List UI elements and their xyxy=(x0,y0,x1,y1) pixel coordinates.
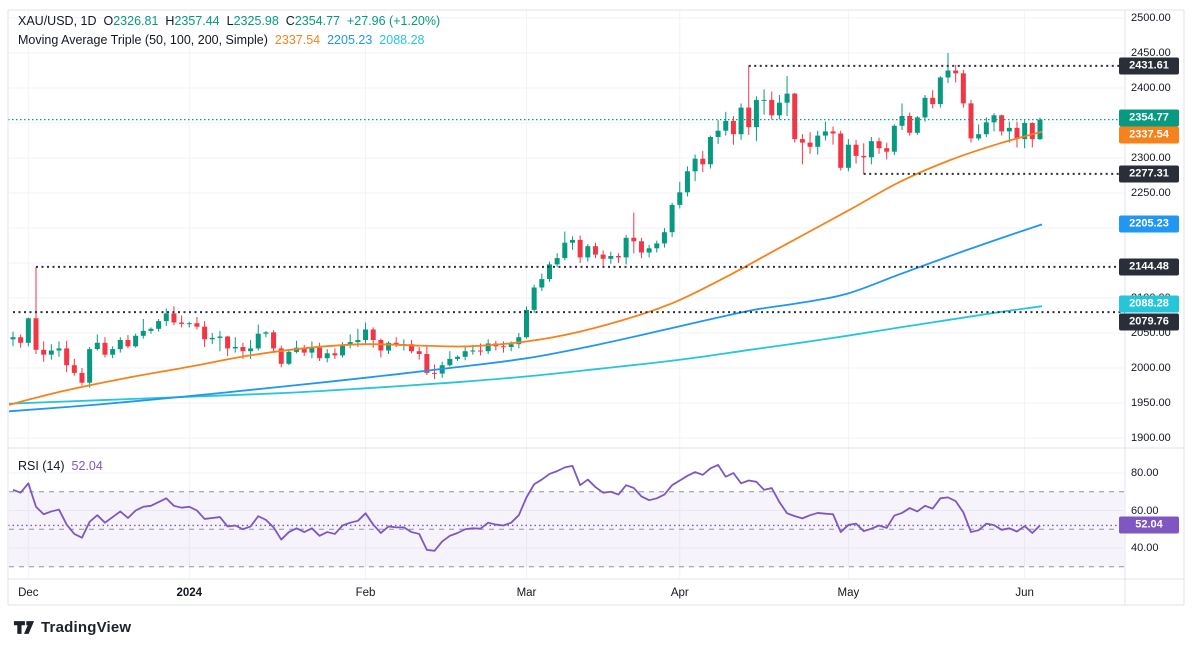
time-axis-label: Feb xyxy=(355,587,376,599)
indicator-title: Moving Average Triple (50, 100, 200, Sim… xyxy=(18,33,268,47)
price-tick-label: 2000.00 xyxy=(1131,362,1171,374)
time-axis-label: Jun xyxy=(1015,587,1034,599)
price-axis-badge-close: 2354.77 xyxy=(1119,109,1179,127)
ma100-value: 2205.23 xyxy=(327,33,373,47)
tradingview-icon xyxy=(13,621,35,634)
price-axis-badge-ma50: 2337.54 xyxy=(1119,126,1179,144)
high-group: H 2357.44 xyxy=(165,14,219,28)
ma200-value: 2088.28 xyxy=(379,33,425,47)
rsi-tick-label: 40.00 xyxy=(1131,542,1159,554)
open-group: O 2326.81 xyxy=(104,14,159,28)
time-axis-label: Dec xyxy=(18,587,39,599)
time-axis-label: Apr xyxy=(670,587,689,599)
price-axis-badge-ma200: 2088.28 xyxy=(1119,295,1179,313)
symbol-legend[interactable]: XAU/USD, 1D O 2326.81 H 2357.44 L 2325.98 C… xyxy=(18,14,440,28)
indicator-legend[interactable]: Moving Average Triple (50, 100, 200, Sim… xyxy=(18,33,424,47)
time-axis-label: 2024 xyxy=(176,587,203,599)
open-label: O xyxy=(103,14,114,28)
price-axis-badge-level: 2144.48 xyxy=(1119,258,1179,276)
tradingview-text: TradingView xyxy=(41,619,132,636)
rsi-tick-label: 80.00 xyxy=(1131,467,1159,479)
change-value: +27.96 (+1.20%) xyxy=(347,14,441,28)
rsi-axis-badge: 52.04 xyxy=(1119,516,1179,534)
close-group: C 2354.77 xyxy=(286,14,340,28)
price-tick-label: 2400.00 xyxy=(1131,82,1171,94)
price-axis-badge-level: 2431.61 xyxy=(1119,57,1179,75)
close-label: C xyxy=(285,14,295,28)
price-tick-label: 1900.00 xyxy=(1131,432,1171,444)
low-group: L 2325.98 xyxy=(227,14,279,28)
price-axis-badge-level: 2079.76 xyxy=(1119,313,1179,331)
open-value: 2326.81 xyxy=(113,14,159,28)
symbol-title: XAU/USD, 1D xyxy=(18,14,97,28)
low-value: 2325.98 xyxy=(233,14,279,28)
chart-widget: 2500.002450.002400.002350.002300.002250.… xyxy=(0,0,1192,647)
rsi-tick-label: 60.00 xyxy=(1131,504,1159,517)
tradingview-logo[interactable]: TradingView xyxy=(13,618,131,637)
price-axis-badge-ma100: 2205.23 xyxy=(1119,215,1179,233)
high-value: 2357.44 xyxy=(174,14,220,28)
price-axis-badge-level: 2277.31 xyxy=(1119,165,1179,183)
time-axis-label: May xyxy=(837,587,860,599)
rsi-title: RSI (14) xyxy=(18,459,65,473)
price-tick-label: 2500.00 xyxy=(1131,12,1171,24)
low-label: L xyxy=(226,14,234,28)
rsi-legend[interactable]: RSI (14) 52.04 xyxy=(18,459,103,473)
axis-layer[interactable]: 2500.002450.002400.002350.002300.002250.… xyxy=(0,0,1192,647)
high-label: H xyxy=(165,14,175,28)
price-tick-label: 2300.00 xyxy=(1131,152,1171,164)
time-axis-label: Mar xyxy=(516,587,537,599)
ma50-value: 2337.54 xyxy=(274,33,321,47)
close-value: 2354.77 xyxy=(294,14,340,28)
rsi-value: 52.04 xyxy=(71,459,103,473)
price-tick-label: 2250.00 xyxy=(1131,187,1171,199)
price-tick-label: 1950.00 xyxy=(1131,397,1171,409)
